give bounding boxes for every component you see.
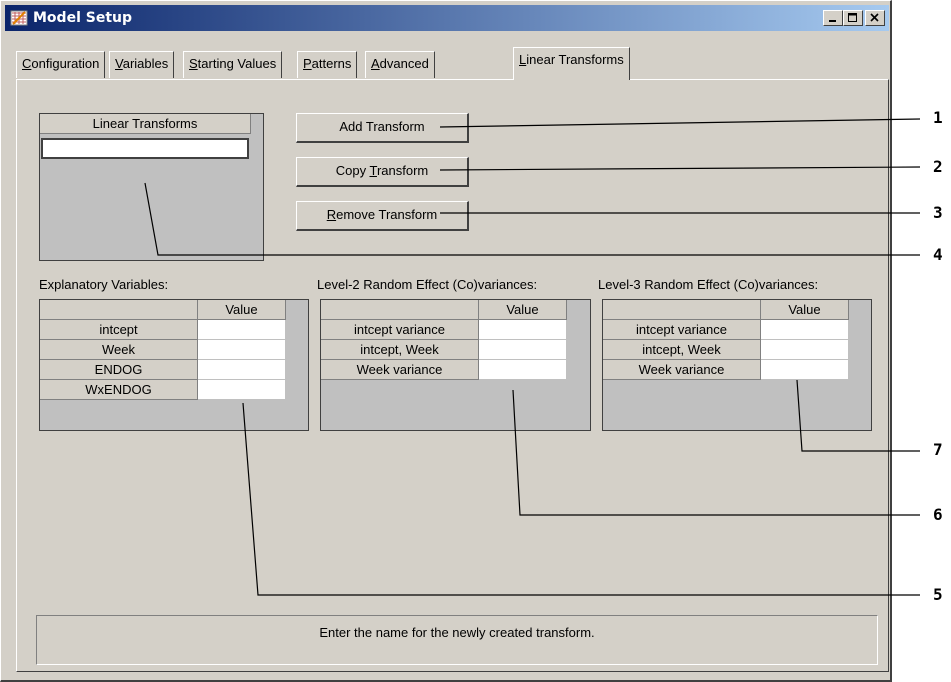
new-transform-name-input[interactable] [41, 138, 249, 159]
transforms-list-header: Linear Transforms [40, 114, 251, 134]
status-box: Enter the name for the newly created tra… [36, 615, 878, 665]
value-column-header: Value [761, 300, 849, 320]
row-header-week-variance: Week variance [603, 360, 761, 380]
minimize-button[interactable] [823, 10, 843, 26]
model-setup-app-icon [10, 9, 28, 27]
row-header-intcept-variance: intcept variance [603, 320, 761, 340]
maximize-button[interactable] [843, 10, 863, 26]
grid-corner [321, 300, 479, 320]
close-icon [870, 13, 879, 22]
tab-starting-values[interactable]: Starting Values [183, 51, 283, 78]
remove-transform-button[interactable]: Remove Transform [296, 201, 469, 231]
status-text: Enter the name for the newly created tra… [319, 625, 595, 640]
tab-patterns[interactable]: Patterns [297, 51, 358, 78]
value-cell-intcept-variance[interactable] [479, 320, 567, 340]
tab-variables[interactable]: Variables [109, 51, 175, 78]
transforms-list[interactable]: Linear Transforms [39, 113, 264, 261]
row-header-intcept-week: intcept, Week [321, 340, 479, 360]
title-bar[interactable]: Model Setup [5, 5, 889, 31]
callout-number-5: 5 [933, 585, 943, 604]
add-transform-button[interactable]: Add Transform [296, 113, 469, 143]
level3-label: Level-3 Random Effect (Co)variances: [598, 277, 819, 292]
callout-number-2: 2 [933, 157, 943, 176]
callout-number-7: 7 [933, 440, 943, 459]
value-cell-week-variance[interactable] [479, 360, 567, 380]
explanatory-variables-grid[interactable]: Value intcept Week ENDOG WxENDOG [39, 299, 309, 431]
row-header-week-variance: Week variance [321, 360, 479, 380]
value-cell-intcept-variance[interactable] [761, 320, 849, 340]
copy-transform-button[interactable]: Copy Transform [296, 157, 469, 187]
minimize-icon [829, 20, 836, 22]
grid-corner [40, 300, 198, 320]
callout-number-1: 1 [933, 108, 943, 127]
window-title: Model Setup [33, 10, 132, 26]
tab-advanced[interactable]: Advanced [365, 51, 435, 78]
row-header-endog: ENDOG [40, 360, 198, 380]
explanatory-variables-label: Explanatory Variables: [39, 277, 169, 292]
close-button[interactable] [865, 10, 885, 26]
grid-corner [603, 300, 761, 320]
value-column-header: Value [198, 300, 286, 320]
value-cell-intcept[interactable] [198, 320, 286, 340]
value-cell-intcept-week[interactable] [479, 340, 567, 360]
level2-label: Level-2 Random Effect (Co)variances: [317, 277, 538, 292]
value-cell-intcept-week[interactable] [761, 340, 849, 360]
row-header-week: Week [40, 340, 198, 360]
maximize-icon [848, 13, 857, 22]
value-column-header: Value [479, 300, 567, 320]
row-header-intcept-week: intcept, Week [603, 340, 761, 360]
value-cell-week-variance[interactable] [761, 360, 849, 380]
level2-covariance-grid[interactable]: Value intcept variance intcept, Week Wee… [320, 299, 591, 431]
value-cell-week[interactable] [198, 340, 286, 360]
tab-configuration[interactable]: Configuration [16, 51, 106, 78]
callout-number-3: 3 [933, 203, 943, 222]
level3-covariance-grid[interactable]: Value intcept variance intcept, Week Wee… [602, 299, 872, 431]
value-cell-wxendog[interactable] [198, 380, 286, 400]
callout-number-4: 4 [933, 245, 943, 264]
row-header-intcept-variance: intcept variance [321, 320, 479, 340]
callout-number-6: 6 [933, 505, 943, 524]
tab-linear-transforms[interactable]: Linear Transforms [513, 47, 630, 80]
model-setup-window: Model Setup Configuration Variables Star… [0, 0, 892, 682]
row-header-wxendog: WxENDOG [40, 380, 198, 400]
value-cell-endog[interactable] [198, 360, 286, 380]
row-header-intcept: intcept [40, 320, 198, 340]
